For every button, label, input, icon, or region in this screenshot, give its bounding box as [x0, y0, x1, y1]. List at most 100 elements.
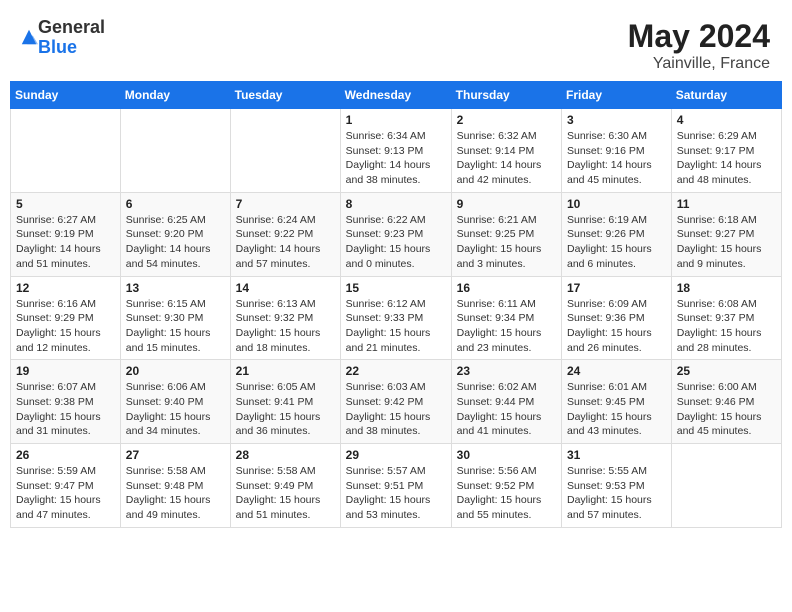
table-cell: 18 Sunrise: 6:08 AM Sunset: 9:37 PM Dayli… — [671, 276, 781, 360]
week-row-5: 26Sunrise: 5:59 AM Sunset: 9:47 PM Dayli… — [11, 444, 782, 528]
header-sunday: Sunday — [11, 82, 121, 109]
table-cell — [230, 109, 340, 193]
day-info: Sunrise: 5:58 AM Sunset: 9:49 PM Dayligh… — [236, 464, 335, 523]
table-cell: 22Sunrise: 6:03 AM Sunset: 9:42 PM Dayli… — [340, 360, 451, 444]
table-cell: 20 Sunrise: 6:06 AM Sunset: 9:40 PM Dayli… — [120, 360, 230, 444]
table-cell: 15 Sunrise: 6:12 AM Sunset: 9:33 PM Dayli… — [340, 276, 451, 360]
week-row-2: 5Sunrise: 6:27 AM Sunset: 9:19 PM Daylig… — [11, 192, 782, 276]
table-cell: 1 Sunrise: 6:34 AM Sunset: 9:13 PM Daylig… — [340, 109, 451, 193]
week-row-1: 1 Sunrise: 6:34 AM Sunset: 9:13 PM Daylig… — [11, 109, 782, 193]
day-number: 31 — [567, 448, 666, 462]
day-info: Sunrise: 6:12 AM Sunset: 9:33 PM Dayligh… — [346, 297, 446, 356]
day-number: 4 — [677, 113, 776, 127]
table-cell: 21 Sunrise: 6:05 AM Sunset: 9:41 PM Dayli… — [230, 360, 340, 444]
table-cell: 3 Sunrise: 6:30 AM Sunset: 9:16 PM Daylig… — [562, 109, 672, 193]
logo-icon — [20, 28, 38, 46]
day-info: Sunrise: 6:32 AM Sunset: 9:14 PM Dayligh… — [457, 129, 556, 188]
day-info: Sunrise: 6:24 AM Sunset: 9:22 PM Dayligh… — [236, 213, 335, 272]
day-number: 12 — [16, 281, 115, 295]
table-cell: 28 Sunrise: 5:58 AM Sunset: 9:49 PM Dayli… — [230, 444, 340, 528]
day-number: 2 — [457, 113, 556, 127]
table-cell: 23 Sunrise: 6:02 AM Sunset: 9:44 PM Dayli… — [451, 360, 561, 444]
table-cell: 2 Sunrise: 6:32 AM Sunset: 9:14 PM Daylig… — [451, 109, 561, 193]
day-number: 23 — [457, 364, 556, 378]
day-number: 7 — [236, 197, 335, 211]
day-info: Sunrise: 6:27 AM Sunset: 9:19 PM Dayligh… — [16, 213, 115, 272]
table-cell: 6Sunrise: 6:25 AM Sunset: 9:20 PM Daylig… — [120, 192, 230, 276]
table-cell: 9 Sunrise: 6:21 AM Sunset: 9:25 PM Daylig… — [451, 192, 561, 276]
day-info: Sunrise: 6:21 AM Sunset: 9:25 PM Dayligh… — [457, 213, 556, 272]
day-info: Sunrise: 6:22 AM Sunset: 9:23 PM Dayligh… — [346, 213, 446, 272]
table-cell: 13Sunrise: 6:15 AM Sunset: 9:30 PM Dayli… — [120, 276, 230, 360]
location-subtitle: Yainville, France — [628, 55, 770, 73]
day-info: Sunrise: 6:07 AM Sunset: 9:38 PM Dayligh… — [16, 380, 115, 439]
day-number: 26 — [16, 448, 115, 462]
calendar-table: Sunday Monday Tuesday Wednesday Thursday… — [10, 81, 782, 528]
day-info: Sunrise: 6:05 AM Sunset: 9:41 PM Dayligh… — [236, 380, 335, 439]
table-cell: 29Sunrise: 5:57 AM Sunset: 9:51 PM Dayli… — [340, 444, 451, 528]
table-cell: 27 Sunrise: 5:58 AM Sunset: 9:48 PM Dayli… — [120, 444, 230, 528]
table-cell: 17 Sunrise: 6:09 AM Sunset: 9:36 PM Dayli… — [562, 276, 672, 360]
day-number: 16 — [457, 281, 556, 295]
day-number: 11 — [677, 197, 776, 211]
day-info: Sunrise: 6:19 AM Sunset: 9:26 PM Dayligh… — [567, 213, 666, 272]
day-number: 6 — [126, 197, 225, 211]
table-cell: 30 Sunrise: 5:56 AM Sunset: 9:52 PM Dayli… — [451, 444, 561, 528]
day-number: 24 — [567, 364, 666, 378]
logo-blue-text: Blue — [38, 38, 105, 58]
day-number: 8 — [346, 197, 446, 211]
day-number: 30 — [457, 448, 556, 462]
day-info: Sunrise: 5:57 AM Sunset: 9:51 PM Dayligh… — [346, 464, 446, 523]
week-row-3: 12 Sunrise: 6:16 AM Sunset: 9:29 PM Dayli… — [11, 276, 782, 360]
table-cell: 14Sunrise: 6:13 AM Sunset: 9:32 PM Dayli… — [230, 276, 340, 360]
day-number: 10 — [567, 197, 666, 211]
page-header: General Blue May 2024 Yainville, France — [10, 10, 782, 81]
table-cell: 26Sunrise: 5:59 AM Sunset: 9:47 PM Dayli… — [11, 444, 121, 528]
day-info: Sunrise: 6:06 AM Sunset: 9:40 PM Dayligh… — [126, 380, 225, 439]
table-cell: 11 Sunrise: 6:18 AM Sunset: 9:27 PM Dayli… — [671, 192, 781, 276]
table-cell: 8 Sunrise: 6:22 AM Sunset: 9:23 PM Daylig… — [340, 192, 451, 276]
day-info: Sunrise: 5:58 AM Sunset: 9:48 PM Dayligh… — [126, 464, 225, 523]
table-cell: 25 Sunrise: 6:00 AM Sunset: 9:46 PM Dayli… — [671, 360, 781, 444]
day-info: Sunrise: 6:30 AM Sunset: 9:16 PM Dayligh… — [567, 129, 666, 188]
day-info: Sunrise: 6:08 AM Sunset: 9:37 PM Dayligh… — [677, 297, 776, 356]
day-info: Sunrise: 6:01 AM Sunset: 9:45 PM Dayligh… — [567, 380, 666, 439]
day-number: 17 — [567, 281, 666, 295]
day-number: 9 — [457, 197, 556, 211]
logo: General Blue — [18, 18, 105, 58]
weekday-header-row: Sunday Monday Tuesday Wednesday Thursday… — [11, 82, 782, 109]
table-cell: 5Sunrise: 6:27 AM Sunset: 9:19 PM Daylig… — [11, 192, 121, 276]
header-tuesday: Tuesday — [230, 82, 340, 109]
table-cell — [120, 109, 230, 193]
week-row-4: 19Sunrise: 6:07 AM Sunset: 9:38 PM Dayli… — [11, 360, 782, 444]
table-cell: 19Sunrise: 6:07 AM Sunset: 9:38 PM Dayli… — [11, 360, 121, 444]
day-number: 3 — [567, 113, 666, 127]
day-info: Sunrise: 5:55 AM Sunset: 9:53 PM Dayligh… — [567, 464, 666, 523]
day-info: Sunrise: 6:02 AM Sunset: 9:44 PM Dayligh… — [457, 380, 556, 439]
day-info: Sunrise: 5:56 AM Sunset: 9:52 PM Dayligh… — [457, 464, 556, 523]
table-cell: 10 Sunrise: 6:19 AM Sunset: 9:26 PM Dayli… — [562, 192, 672, 276]
table-cell: 24 Sunrise: 6:01 AM Sunset: 9:45 PM Dayli… — [562, 360, 672, 444]
day-info: Sunrise: 6:34 AM Sunset: 9:13 PM Dayligh… — [346, 129, 446, 188]
day-info: Sunrise: 6:00 AM Sunset: 9:46 PM Dayligh… — [677, 380, 776, 439]
title-section: May 2024 Yainville, France — [628, 18, 770, 73]
table-cell: 16Sunrise: 6:11 AM Sunset: 9:34 PM Dayli… — [451, 276, 561, 360]
day-number: 15 — [346, 281, 446, 295]
day-info: Sunrise: 6:29 AM Sunset: 9:17 PM Dayligh… — [677, 129, 776, 188]
day-info: Sunrise: 6:16 AM Sunset: 9:29 PM Dayligh… — [16, 297, 115, 356]
day-number: 28 — [236, 448, 335, 462]
table-cell: 7 Sunrise: 6:24 AM Sunset: 9:22 PM Daylig… — [230, 192, 340, 276]
day-info: Sunrise: 6:09 AM Sunset: 9:36 PM Dayligh… — [567, 297, 666, 356]
logo-general-text: General — [38, 18, 105, 38]
day-number: 20 — [126, 364, 225, 378]
day-number: 25 — [677, 364, 776, 378]
day-number: 21 — [236, 364, 335, 378]
month-year-title: May 2024 — [628, 18, 770, 55]
day-info: Sunrise: 6:18 AM Sunset: 9:27 PM Dayligh… — [677, 213, 776, 272]
header-thursday: Thursday — [451, 82, 561, 109]
day-number: 1 — [346, 113, 446, 127]
header-wednesday: Wednesday — [340, 82, 451, 109]
header-friday: Friday — [562, 82, 672, 109]
day-number: 27 — [126, 448, 225, 462]
day-number: 18 — [677, 281, 776, 295]
